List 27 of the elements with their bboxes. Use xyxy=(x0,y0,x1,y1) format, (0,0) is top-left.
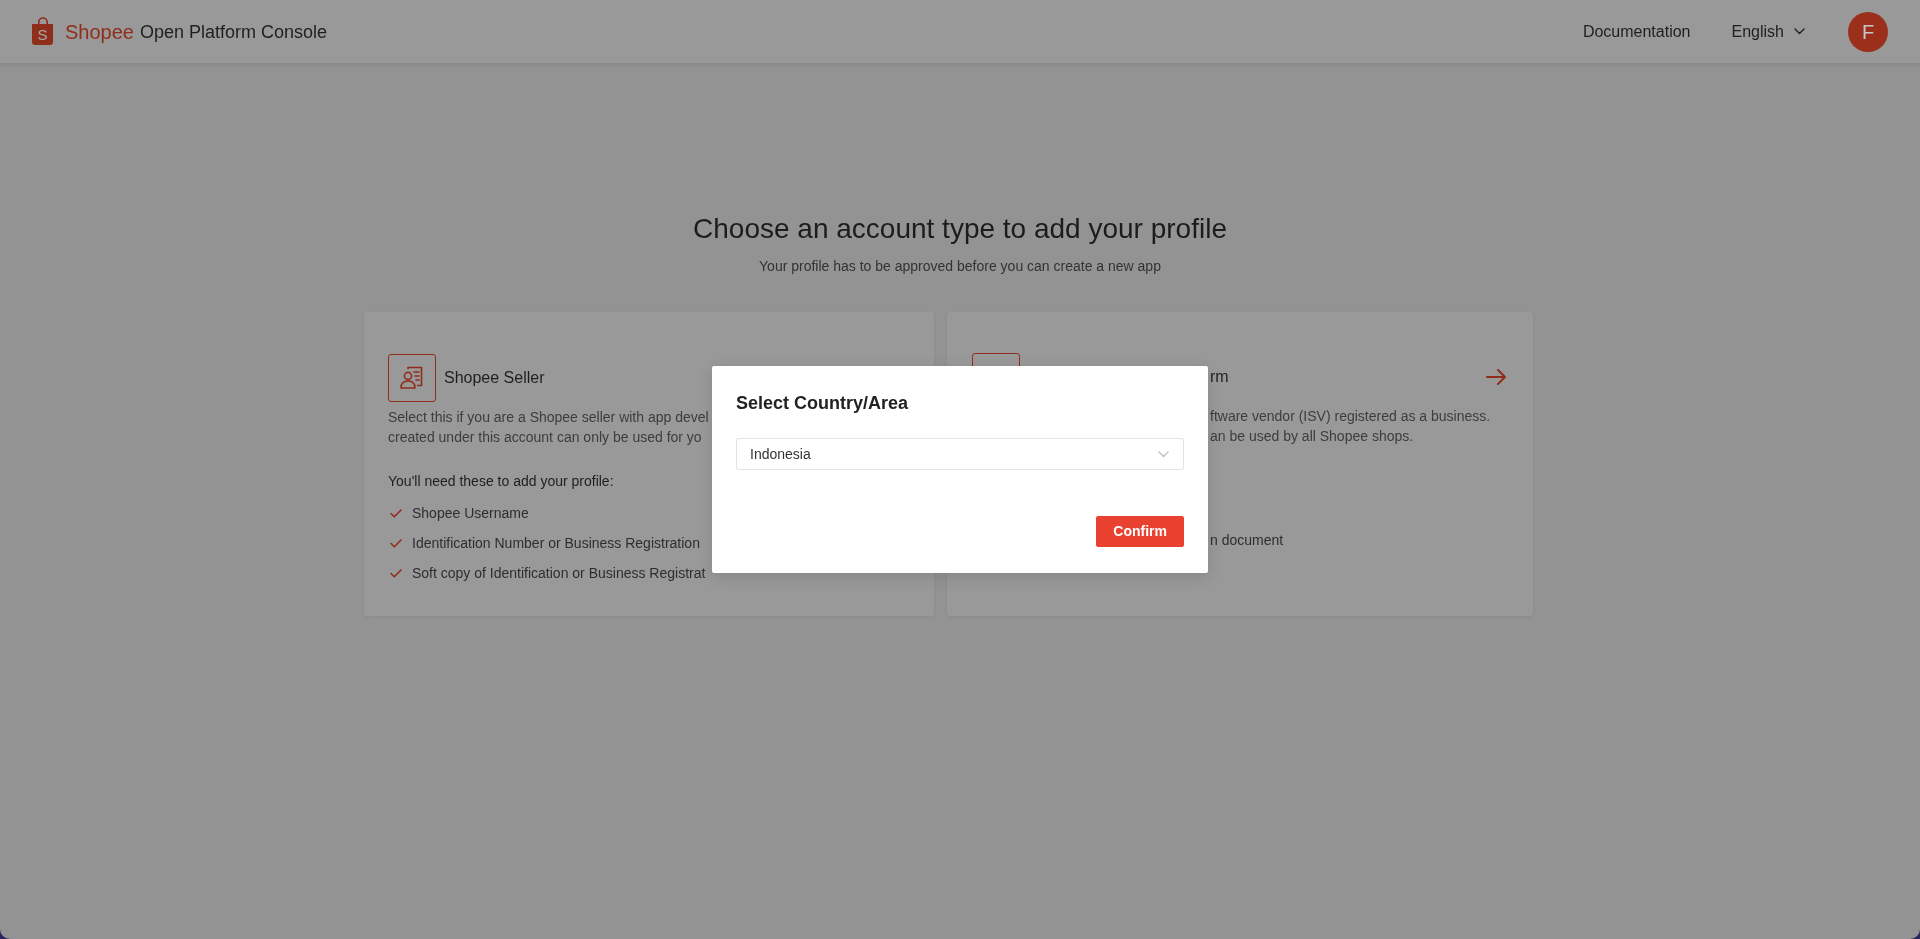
confirm-button[interactable]: Confirm xyxy=(1096,516,1184,547)
chevron-down-icon xyxy=(1158,450,1169,458)
country-select[interactable]: Indonesia xyxy=(736,438,1184,470)
arrow-right-icon[interactable] xyxy=(1486,369,1506,385)
card-description: Select this if you are a Shopee seller with app devel xyxy=(388,408,709,427)
requirements-heading: You'll need these to add your profile: xyxy=(388,472,614,491)
requirement-text: Soft copy of Identification or Business Registrat xyxy=(412,564,706,583)
check-icon xyxy=(390,568,402,578)
product-name: Open Platform Console xyxy=(139,20,328,44)
requirement-text: Shopee Username xyxy=(412,504,529,523)
dialog-title: Select Country/Area xyxy=(736,392,909,415)
card-description: an be used by all Shopee shops. xyxy=(1210,427,1414,446)
check-icon xyxy=(390,508,402,518)
card-description: created under this account can only be used for yo xyxy=(388,428,702,447)
requirement-text: Identification Number or Business Registration xyxy=(412,534,700,553)
page-title: Choose an account type to add your profile xyxy=(693,212,1227,246)
check-icon xyxy=(390,538,402,548)
card-description: ftware vendor (ISV) registered as a business. xyxy=(1210,407,1491,426)
documentation-link[interactable]: Documentation xyxy=(1582,20,1691,43)
language-dropdown[interactable]: English xyxy=(1731,20,1805,43)
card-title: rm xyxy=(1210,367,1229,387)
requirement-text: n document xyxy=(1210,531,1284,550)
card-title: Shopee Seller xyxy=(444,368,545,388)
page-subtitle: Your profile has to be approved before you can create a new app xyxy=(759,257,1161,276)
user-avatar[interactable]: F xyxy=(1848,11,1888,52)
chevron-down-icon xyxy=(1794,28,1805,35)
person-document-icon xyxy=(388,354,436,402)
